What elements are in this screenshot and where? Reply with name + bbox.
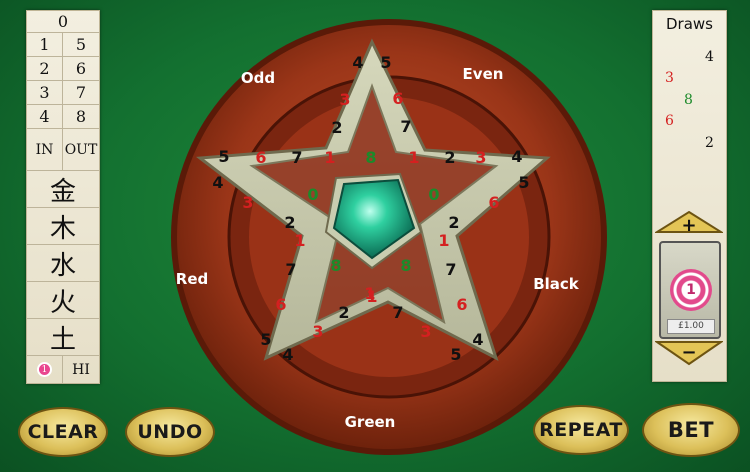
wheel-number-8[interactable]: 8: [400, 256, 411, 275]
label-black[interactable]: Black: [533, 275, 580, 293]
pentagram-wheel: Odd Even Red Black Green 4 53 62 75 6 7 1 8 1 2 3 4…: [171, 19, 607, 455]
bet-button[interactable]: BET: [642, 403, 740, 457]
draw-history-item: 2: [705, 135, 714, 151]
draw-history-item: 8: [684, 92, 693, 108]
wheel-number-5[interactable]: 5: [218, 147, 229, 166]
wheel-number-6[interactable]: 6: [255, 148, 266, 167]
wheel-number-5[interactable]: 5: [450, 345, 461, 364]
wheel-number-3[interactable]: 3: [339, 90, 350, 109]
draw-history-item: 3: [665, 70, 674, 86]
draws-title: Draws: [666, 15, 713, 33]
wheel-number-4[interactable]: 4: [352, 53, 363, 72]
wheel-number-6[interactable]: 6: [275, 295, 286, 314]
wheel-number-5[interactable]: 5: [380, 53, 391, 72]
wheel-number-6[interactable]: 6: [392, 89, 403, 108]
chip-value-display: £1.00: [667, 319, 715, 334]
minus-icon: −: [681, 342, 696, 363]
label-red[interactable]: Red: [176, 270, 208, 288]
repeat-button[interactable]: REPEAT: [533, 405, 629, 455]
label-odd[interactable]: Odd: [241, 69, 275, 87]
undo-button[interactable]: UNDO: [125, 407, 215, 457]
wheel-number-2[interactable]: 2: [338, 303, 349, 322]
wheel-number-5[interactable]: 5: [518, 173, 529, 192]
wheel-number-4[interactable]: 4: [511, 147, 522, 166]
wheel-number-1[interactable]: 1: [366, 287, 377, 306]
wheel-number-0[interactable]: 0: [307, 185, 318, 204]
wheel-number-1[interactable]: 1: [324, 148, 335, 167]
wheel-number-3[interactable]: 3: [475, 148, 486, 167]
wheel-number-0[interactable]: 0: [428, 185, 439, 204]
wheel-number-1[interactable]: 1: [408, 148, 419, 167]
chip-denomination: 1: [686, 282, 696, 298]
draw-history-item: 4: [705, 49, 714, 65]
wheel-number-8[interactable]: 8: [365, 148, 376, 167]
wheel-number-6[interactable]: 6: [456, 295, 467, 314]
wheel-number-1[interactable]: 1: [438, 231, 449, 250]
increase-bet-button[interactable]: +: [655, 210, 723, 236]
wheel-number-1[interactable]: 1: [294, 231, 305, 250]
wheel-number-4[interactable]: 4: [212, 173, 223, 192]
wheel-number-7[interactable]: 7: [445, 260, 456, 279]
wheel-number-2[interactable]: 2: [448, 213, 459, 232]
wheel-number-3[interactable]: 3: [242, 193, 253, 212]
chip-selector: 1 £1.00: [659, 241, 721, 339]
wheel-number-2[interactable]: 2: [284, 213, 295, 232]
wheel-number-8[interactable]: 8: [330, 256, 341, 275]
wheel-number-2[interactable]: 2: [444, 148, 455, 167]
wheel-number-3[interactable]: 3: [420, 322, 431, 341]
bet-chip[interactable]: 1: [670, 269, 712, 311]
wheel-number-3[interactable]: 3: [312, 322, 323, 341]
wheel-number-5[interactable]: 5: [260, 330, 271, 349]
wheel-number-2[interactable]: 2: [331, 118, 342, 137]
label-even[interactable]: Even: [463, 65, 504, 83]
decrease-bet-button[interactable]: −: [655, 340, 723, 366]
wheel-number-7[interactable]: 7: [285, 260, 296, 279]
label-green[interactable]: Green: [345, 413, 396, 431]
wheel-number-7[interactable]: 7: [400, 117, 411, 136]
plus-icon: +: [681, 215, 696, 236]
draw-history-item: 6: [665, 113, 674, 129]
wheel-number-4[interactable]: 4: [282, 345, 293, 364]
wheel-number-6[interactable]: 6: [488, 193, 499, 212]
wheel-number-4[interactable]: 4: [472, 330, 483, 349]
clear-button[interactable]: CLEAR: [18, 407, 108, 457]
wheel-number-7[interactable]: 7: [291, 148, 302, 167]
wheel-number-7[interactable]: 7: [392, 303, 403, 322]
